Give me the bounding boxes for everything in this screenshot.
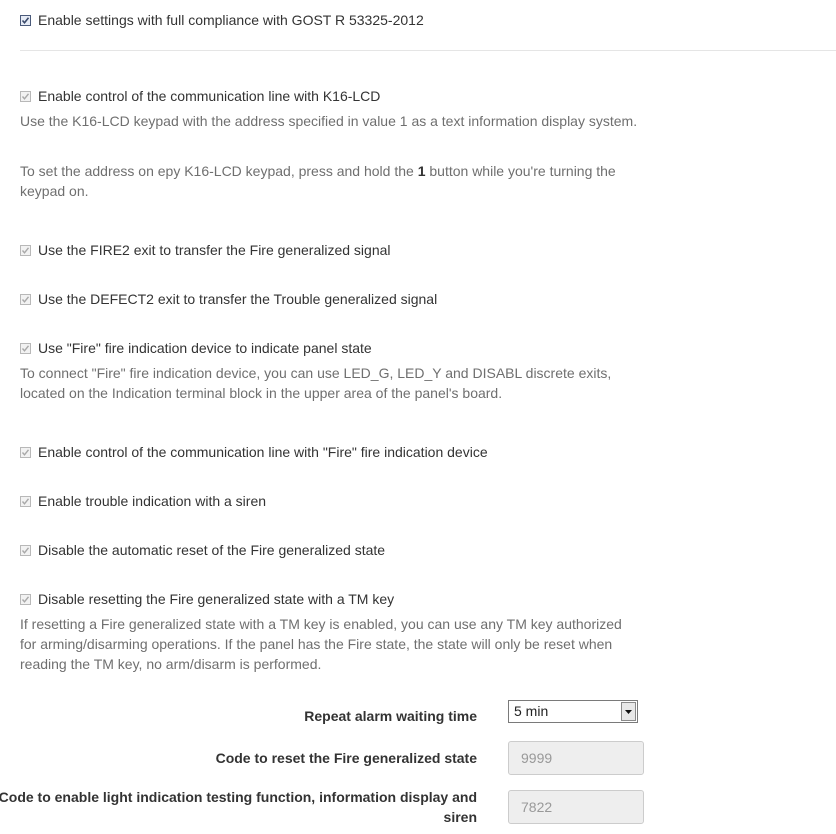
repeat-alarm-select[interactable]: 5 min: [508, 700, 638, 723]
siren-trouble-setting[interactable]: Enable trouble indication with a siren: [20, 491, 266, 511]
checkmark-icon: [21, 16, 30, 24]
gost-compliance-checkbox[interactable]: [20, 14, 31, 26]
fire-device-setting[interactable]: Use "Fire" fire indication device to ind…: [20, 338, 372, 358]
tm-reset-description: If resetting a Fire generalized state wi…: [20, 616, 622, 672]
fire-line-setting[interactable]: Enable control of the communication line…: [20, 442, 488, 462]
k16-line-checkbox[interactable]: [20, 90, 31, 102]
fire2-exit-setting[interactable]: Use the FIRE2 exit to transfer the Fire …: [20, 240, 391, 260]
repeat-alarm-value: 5 min: [514, 703, 549, 719]
gost-compliance-label: Enable settings with full compliance wit…: [38, 12, 424, 28]
fire-line-label: Enable control of the communication line…: [38, 444, 488, 460]
checkmark-icon: [21, 497, 30, 505]
fire2-exit-label: Use the FIRE2 exit to transfer the Fire …: [38, 242, 391, 258]
k16-address-hint: To set the address on epy K16-LCD keypad…: [20, 163, 616, 199]
test-code-label: Code to enable light indication testing …: [0, 789, 477, 825]
fire2-exit-checkbox[interactable]: [20, 244, 31, 256]
checkmark-icon: [21, 344, 30, 352]
k16-description: Use the K16-LCD keypad with the address …: [20, 113, 638, 129]
dropdown-arrow-icon[interactable]: [621, 702, 636, 721]
siren-trouble-label: Enable trouble indication with a siren: [38, 493, 267, 509]
defect2-exit-label: Use the DEFECT2 exit to transfer the Tro…: [38, 291, 438, 307]
divider: [20, 50, 836, 51]
tm-reset-checkbox[interactable]: [20, 593, 31, 605]
fire-device-description: To connect "Fire" fire indication device…: [20, 365, 612, 401]
chevron-down-icon: [625, 710, 632, 714]
tm-reset-setting[interactable]: Disable resetting the Fire generalized s…: [20, 589, 394, 609]
test-code-field[interactable]: 7822: [508, 790, 644, 824]
siren-trouble-checkbox[interactable]: [20, 495, 31, 507]
defect2-exit-checkbox[interactable]: [20, 293, 31, 305]
checkmark-icon: [21, 295, 30, 303]
k16-line-setting[interactable]: Enable control of the communication line…: [20, 86, 380, 106]
auto-reset-label: Disable the automatic reset of the Fire …: [38, 542, 386, 558]
auto-reset-setting[interactable]: Disable the automatic reset of the Fire …: [20, 540, 385, 560]
checkmark-icon: [21, 595, 30, 603]
reset-code-field[interactable]: 9999: [508, 741, 644, 775]
checkmark-icon: [21, 546, 30, 554]
fire-line-checkbox[interactable]: [20, 446, 31, 458]
auto-reset-checkbox[interactable]: [20, 544, 31, 556]
fire-device-label: Use "Fire" fire indication device to ind…: [38, 340, 372, 356]
reset-code-label: Code to reset the Fire generalized state: [215, 750, 477, 766]
k16-line-label: Enable control of the communication line…: [38, 88, 381, 104]
gost-compliance-setting[interactable]: Enable settings with full compliance wit…: [20, 10, 424, 30]
defect2-exit-setting[interactable]: Use the DEFECT2 exit to transfer the Tro…: [20, 289, 437, 309]
checkmark-icon: [21, 448, 30, 456]
checkmark-icon: [21, 246, 30, 254]
checkmark-icon: [21, 92, 30, 100]
repeat-alarm-label: Repeat alarm waiting time: [304, 708, 477, 724]
fire-device-checkbox[interactable]: [20, 342, 31, 354]
tm-reset-label: Disable resetting the Fire generalized s…: [38, 591, 395, 607]
